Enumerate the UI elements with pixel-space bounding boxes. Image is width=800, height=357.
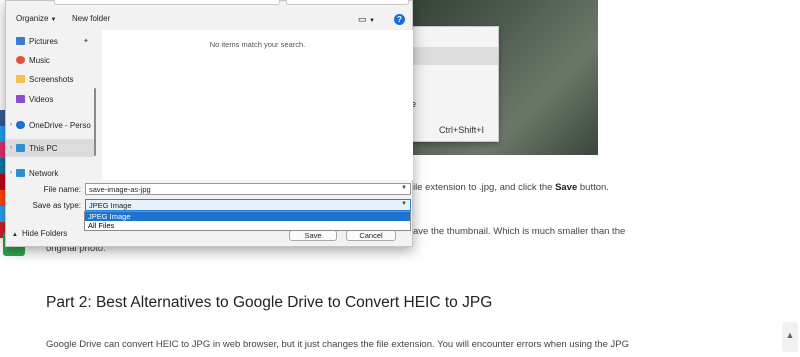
- view-options-button[interactable]: ▭ ▼: [358, 14, 375, 25]
- nav-item-videos[interactable]: Videos: [6, 90, 94, 108]
- chevron-up-icon: ▲: [12, 232, 18, 238]
- pictures-folder-icon: [16, 37, 25, 45]
- organize-label: Organize: [16, 14, 49, 23]
- chevron-down-icon[interactable]: ▼: [401, 185, 407, 191]
- save-as-type-select[interactable]: JPEG Image ▼: [85, 199, 411, 211]
- article-heading: Part 2: Best Alternatives to Google Driv…: [46, 294, 493, 311]
- hide-folders-button[interactable]: ▲ Hide Folders: [12, 229, 67, 238]
- paragraph-bold-text: Save: [555, 182, 578, 193]
- search-box[interactable]: [286, 0, 409, 5]
- nav-item-music[interactable]: Music: [6, 51, 94, 69]
- music-icon: [16, 56, 25, 64]
- scroll-to-top-button[interactable]: ▲: [782, 322, 798, 352]
- nav-item-label: Network: [29, 168, 59, 178]
- chevron-down-icon[interactable]: ▼: [401, 201, 407, 207]
- nav-item-label: Videos: [29, 94, 54, 104]
- nav-item-label: Pictures: [29, 36, 58, 46]
- nav-item-label: Screenshots: [29, 74, 74, 84]
- article-paragraph: ave the thumbnail. Which is much smaller…: [413, 226, 626, 237]
- view-icon: ▭: [358, 14, 367, 24]
- nav-scrollbar[interactable]: [94, 88, 96, 156]
- chevron-down-icon: ▼: [50, 17, 57, 23]
- nav-item-onedrive[interactable]: › OneDrive - Perso: [6, 116, 94, 134]
- network-icon: [16, 169, 25, 177]
- address-bar-area: [6, 0, 412, 7]
- nav-item-label: OneDrive - Perso: [29, 120, 91, 130]
- save-as-type-value: JPEG Image: [89, 201, 132, 210]
- save-as-type-label: Save as type:: [32, 201, 81, 210]
- article-paragraph: Google Drive can convert HEIC to JPG in …: [46, 339, 629, 350]
- chevron-down-icon: ▼: [369, 18, 375, 24]
- save-as-dialog: Organize ▼ New folder ▭ ▼ ? Pictures ✦ Mu…: [5, 0, 413, 247]
- help-icon[interactable]: ?: [394, 14, 405, 25]
- chevron-right-icon[interactable]: ›: [6, 122, 16, 128]
- browser-page: b age Ctrl+Shift+I ile extension to .jpg…: [0, 0, 800, 357]
- dialog-toolbar: Organize ▼ New folder ▭ ▼ ?: [6, 11, 412, 29]
- save-as-type-dropdown-list: JPEG Image All Files: [84, 211, 411, 231]
- article-paragraph: ile extension to .jpg, and click the Sav…: [413, 181, 609, 195]
- onedrive-icon: [16, 121, 25, 129]
- file-name-label: File name:: [43, 185, 81, 194]
- context-menu-shortcut: Ctrl+Shift+I: [439, 125, 485, 135]
- dropdown-option-all-files[interactable]: All Files: [85, 221, 410, 230]
- folder-icon: [16, 75, 25, 83]
- navigation-pane: Pictures ✦ Music Screenshots Videos › On…: [6, 30, 96, 180]
- file-name-value: save-image-as-jpg: [89, 185, 151, 194]
- pc-icon: [16, 144, 25, 152]
- nav-item-network[interactable]: › Network: [6, 164, 94, 182]
- empty-message: No items match your search.: [209, 40, 306, 49]
- nav-item-label: This PC: [29, 143, 58, 153]
- new-folder-button[interactable]: New folder: [72, 14, 110, 23]
- paragraph-text: ile extension to .jpg, and click the: [413, 182, 556, 193]
- nav-item-screenshots[interactable]: Screenshots: [6, 70, 94, 88]
- chevron-right-icon[interactable]: ›: [6, 145, 16, 151]
- file-list[interactable]: No items match your search.: [102, 30, 413, 180]
- nav-item-label: Music: [29, 55, 50, 65]
- nav-item-pictures[interactable]: Pictures ✦: [6, 32, 94, 50]
- paragraph-text: button.: [577, 182, 609, 193]
- pin-icon: ✦: [83, 38, 89, 45]
- videos-icon: [16, 95, 25, 103]
- file-name-field[interactable]: save-image-as-jpg ▼: [85, 183, 411, 195]
- hide-folders-label: Hide Folders: [21, 229, 68, 238]
- organize-button[interactable]: Organize ▼: [16, 14, 56, 23]
- dropdown-option-jpeg[interactable]: JPEG Image: [85, 212, 410, 221]
- save-button[interactable]: Save: [289, 230, 337, 241]
- chevron-right-icon[interactable]: ›: [6, 170, 16, 176]
- address-bar[interactable]: [54, 0, 280, 5]
- nav-item-this-pc[interactable]: › This PC: [6, 139, 94, 157]
- cancel-button[interactable]: Cancel: [346, 230, 396, 241]
